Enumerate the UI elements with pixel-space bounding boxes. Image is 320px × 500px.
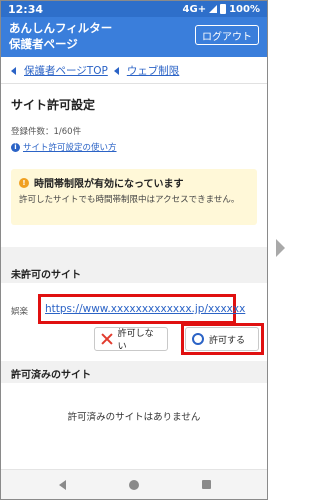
- help-link-row[interactable]: i サイト許可設定の使い方: [11, 141, 117, 153]
- time-restriction-notice: ! 時間帯制限が有効になっています 許可したサイトでも時間帯制限中はアクセスでき…: [11, 169, 257, 225]
- status-time: 12:34: [8, 2, 44, 16]
- breadcrumb: 保護者ページTOP ウェブ制限: [11, 63, 179, 78]
- recent-apps-icon[interactable]: [202, 480, 211, 489]
- battery-icon: [220, 4, 227, 14]
- info-icon: i: [11, 142, 20, 152]
- notice-body: 許可したサイトでも時間帯制限中はアクセスできません。: [19, 195, 240, 205]
- notice-title-row: ! 時間帯制限が有効になっています: [19, 175, 249, 190]
- url-highlight-box: https://www.xxxxxxxxxxxxx.jp/xxxxxx: [38, 294, 245, 324]
- phone-screen: 12:34 4G+ 100% あんしんフィルター 保護者ページ ログアウト 保護…: [0, 0, 268, 500]
- signal-icon: [209, 5, 218, 13]
- app-bar: あんしんフィルター 保護者ページ ログアウト: [1, 17, 267, 57]
- chevron-left-icon: [11, 66, 16, 75]
- warning-icon: !: [19, 177, 29, 188]
- deny-button[interactable]: 許可しない: [94, 327, 168, 352]
- allow-button[interactable]: 許可する: [185, 327, 259, 351]
- home-icon[interactable]: [129, 480, 139, 490]
- allow-label: 許可する: [209, 335, 246, 346]
- unpermitted-section-header: 未許可のサイト: [1, 261, 267, 283]
- registered-count: 登録件数：1/60件: [11, 127, 82, 137]
- next-step-arrow-icon: [276, 239, 285, 257]
- page-title: サイト許可設定: [11, 98, 96, 112]
- back-icon[interactable]: [59, 480, 66, 490]
- logout-button[interactable]: ログアウト: [195, 25, 259, 45]
- notice-title: 時間帯制限が有効になっています: [34, 179, 184, 190]
- permitted-section-header: 許可済みのサイト: [1, 361, 267, 383]
- network-label: 4G+: [182, 3, 207, 15]
- status-right: 4G+ 100%: [183, 4, 260, 15]
- status-bar: 12:34 4G+ 100%: [1, 1, 267, 17]
- section-spacer: [1, 247, 267, 261]
- circle-icon: [192, 333, 204, 345]
- site-url-link[interactable]: https://www.xxxxxxxxxxxxx.jp/xxxxxx: [45, 303, 245, 315]
- site-category: 娯楽: [11, 307, 29, 317]
- android-nav-bar: [1, 469, 267, 499]
- breadcrumb-web-restriction[interactable]: ウェブ制限: [127, 63, 180, 78]
- battery-label: 100%: [229, 3, 260, 15]
- x-icon: [101, 333, 113, 345]
- help-link[interactable]: サイト許可設定の使い方: [23, 141, 117, 153]
- divider: [1, 83, 267, 84]
- deny-label: 許可しない: [117, 329, 154, 352]
- permitted-empty-message: 許可済みのサイトはありません: [67, 412, 201, 423]
- chevron-left-icon: [113, 66, 119, 75]
- breadcrumb-parent-top[interactable]: 保護者ページTOP: [24, 63, 108, 78]
